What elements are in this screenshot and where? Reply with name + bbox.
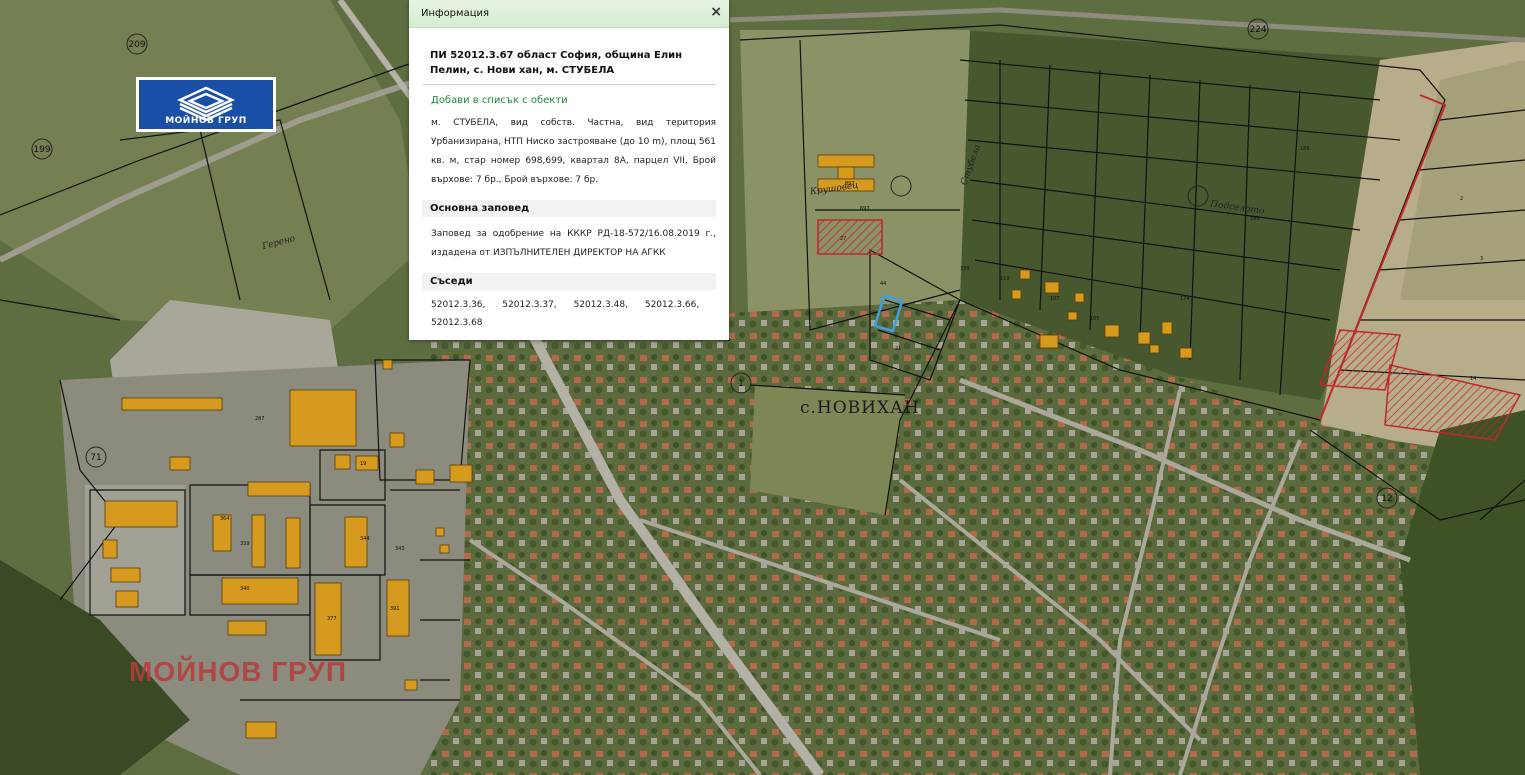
neighbor-link[interactable]: 52012.3.68 xyxy=(431,314,483,332)
order-text: Заповед за одобрение на КККР РД-18-572/1… xyxy=(431,229,716,258)
svg-text:697: 697 xyxy=(860,206,870,212)
svg-text:287: 287 xyxy=(255,416,265,422)
svg-text:377: 377 xyxy=(327,616,337,622)
map-parcel-71: 71 xyxy=(90,453,101,463)
info-panel-title: Информация xyxy=(421,8,490,19)
village-label: с.НОВИХАН xyxy=(800,398,920,418)
svg-text:19: 19 xyxy=(360,461,366,467)
svg-text:3: 3 xyxy=(1480,256,1483,262)
svg-text:391: 391 xyxy=(390,606,400,612)
company-logo: МОЙНОВ ГРУП xyxy=(136,77,276,132)
neighbor-link[interactable]: 52012.3.66, xyxy=(645,296,699,314)
logo-text: МОЙНОВ ГРУП xyxy=(165,116,247,126)
neighbors-list: 52012.3.36, 52012.3.37, 52012.3.48, 5201… xyxy=(431,296,716,332)
parcel-heading: ПИ 52012.3.67 област София, община Елин … xyxy=(422,48,716,85)
svg-text:105: 105 xyxy=(1090,316,1100,322)
info-panel-header: Информация × xyxy=(409,0,729,28)
map-parcel-12: 12 xyxy=(1381,494,1392,504)
neighbor-link[interactable]: 52012.3.36, xyxy=(431,296,485,314)
order-section-title: Основна заповед xyxy=(422,200,716,217)
add-to-list-link[interactable]: Добави в списък с обекти xyxy=(431,95,716,106)
map-parcel-1: 1 xyxy=(738,379,744,389)
svg-text:339: 339 xyxy=(240,541,250,547)
svg-text:339: 339 xyxy=(960,266,970,272)
svg-text:344: 344 xyxy=(360,536,370,542)
svg-text:343: 343 xyxy=(395,546,405,552)
neighbor-link[interactable]: 52012.3.48, xyxy=(574,296,628,314)
map-parcel-209: 209 xyxy=(128,40,145,50)
svg-text:27: 27 xyxy=(840,236,846,242)
neighbors-section-title: Съседи xyxy=(422,273,716,290)
map-parcel-224: 224 xyxy=(1249,25,1266,35)
svg-text:180: 180 xyxy=(1250,216,1260,222)
close-icon[interactable]: × xyxy=(710,4,722,20)
svg-text:44: 44 xyxy=(880,281,886,287)
svg-text:14: 14 xyxy=(1470,376,1476,382)
watermark-text: МОЙНОВ ГРУП xyxy=(129,656,347,687)
svg-text:174: 174 xyxy=(1180,296,1190,302)
svg-text:364: 364 xyxy=(220,516,230,522)
svg-text:340: 340 xyxy=(240,586,250,592)
svg-text:21: 21 xyxy=(895,346,901,352)
parcel-description: м. СТУБЕЛА, вид собств. Частна, вид тери… xyxy=(431,118,716,185)
neighbor-link[interactable]: 52012.3.37, xyxy=(502,296,556,314)
svg-text:186: 186 xyxy=(1300,146,1310,152)
svg-text:2: 2 xyxy=(1460,196,1463,202)
map-parcel-199: 199 xyxy=(33,145,50,155)
info-panel: Информация × ПИ 52012.3.67 област София,… xyxy=(409,0,729,340)
svg-text:107: 107 xyxy=(1050,296,1060,302)
svg-text:110: 110 xyxy=(1000,276,1010,282)
